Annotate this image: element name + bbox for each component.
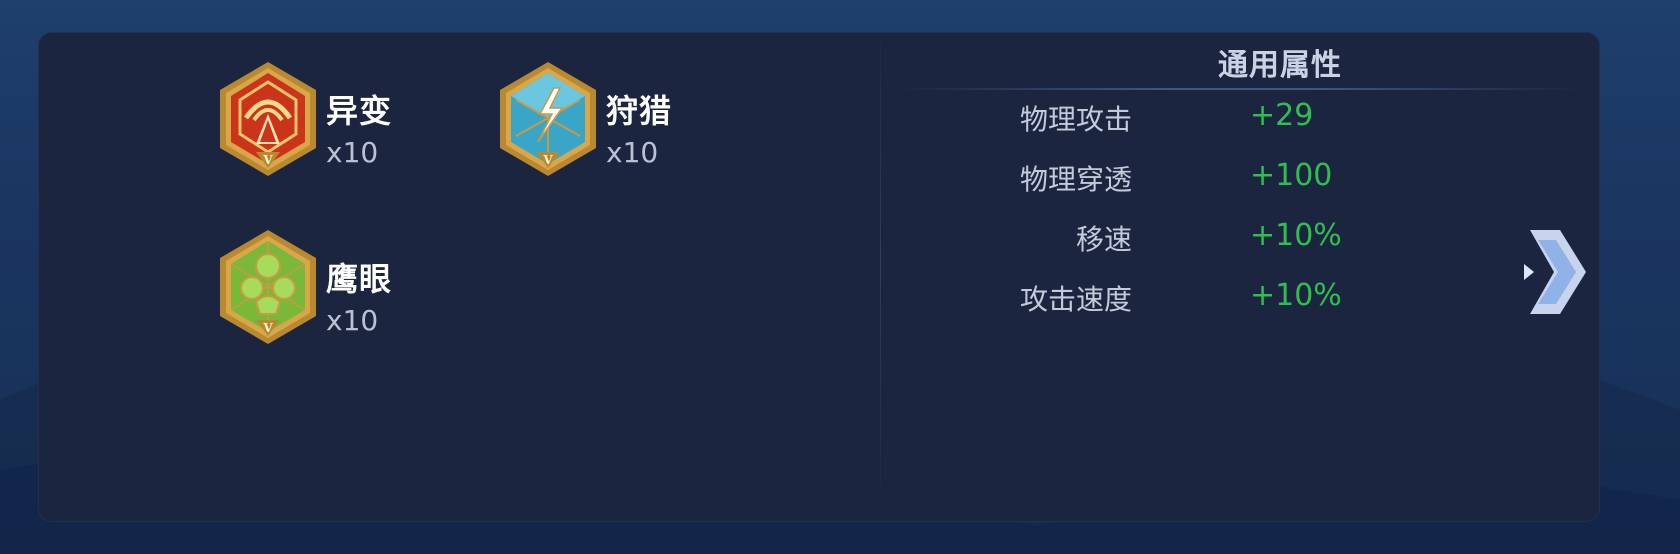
rune-count: x10 — [606, 136, 659, 169]
attributes-title-underline — [900, 88, 1580, 90]
rune-item-hawkeye[interactable]: V 鹰眼 x10 — [216, 228, 466, 358]
rune-item-mutation[interactable]: V 异变 x10 — [216, 60, 466, 190]
attribute-value: +100 — [1250, 158, 1333, 193]
attribute-row-physical-attack: 物理攻击 +29 — [900, 98, 1460, 138]
rune-name: 狩猎 — [606, 92, 673, 130]
attribute-label: 攻击速度 — [1019, 283, 1132, 316]
attribute-row-move-speed: 移速 +10% — [900, 218, 1460, 258]
chevron-right-icon[interactable] — [1520, 226, 1590, 318]
attribute-value: +10% — [1250, 278, 1342, 313]
rune-name: 异变 — [326, 92, 393, 130]
rune-item-hunt[interactable]: V 狩猎 x10 — [496, 60, 746, 190]
rune-count: x10 — [326, 304, 379, 337]
attribute-row-physical-penetration: 物理穿透 +100 — [900, 158, 1460, 198]
attribute-value: +29 — [1250, 98, 1314, 133]
attribute-row-attack-speed: 攻击速度 +10% — [900, 278, 1460, 318]
attribute-label: 移速 — [1075, 223, 1132, 256]
rune-tier-label: V — [262, 153, 273, 167]
blue-rune-icon: V — [500, 62, 596, 176]
attribute-label: 物理攻击 — [1019, 103, 1132, 136]
rune-name: 鹰眼 — [326, 260, 393, 298]
red-rune-icon: V — [220, 62, 316, 176]
attribute-label: 物理穿透 — [1019, 163, 1132, 196]
attribute-value: +10% — [1250, 218, 1342, 253]
rune-tier-label: V — [262, 321, 273, 335]
rune-tier-label: V — [542, 153, 553, 167]
green-rune-icon: V — [220, 230, 316, 344]
rune-count: x10 — [326, 136, 379, 169]
attributes-title: 通用属性 — [1218, 48, 1342, 83]
panel-divider — [880, 40, 881, 490]
